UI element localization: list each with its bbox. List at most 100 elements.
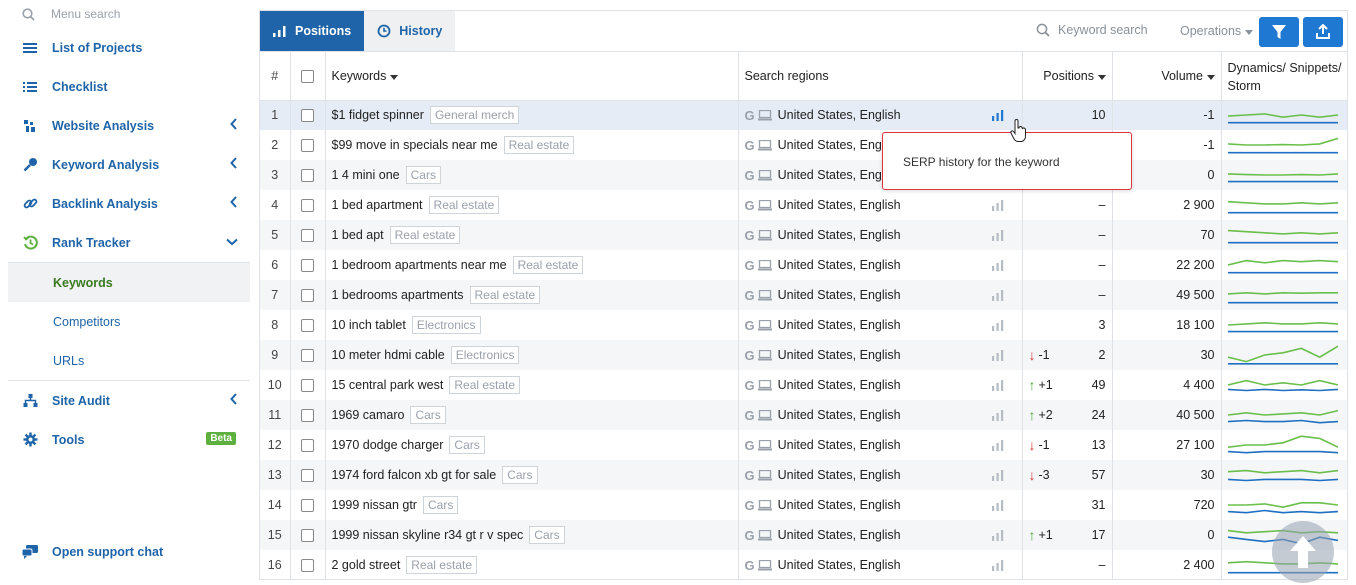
table-row[interactable]: 2 $99 move in specials near me Real estate… (260, 130, 1347, 160)
keyword-text[interactable]: 1 bed apt (332, 228, 384, 242)
dynamics-cell[interactable] (1221, 370, 1347, 400)
keyword-tag[interactable]: Cars (449, 436, 485, 454)
row-checkbox[interactable] (301, 109, 314, 123)
serp-history-icon[interactable] (991, 109, 1004, 121)
keyword-tag[interactable]: Cars (422, 496, 459, 514)
export-button[interactable] (1303, 17, 1343, 47)
keyword-tag[interactable]: Cars (410, 406, 446, 424)
keyword-tag[interactable]: Real estate (512, 256, 584, 274)
open-support-chat[interactable]: Open support chat (22, 545, 163, 559)
nav-rank-tracker[interactable]: Rank Tracker (8, 223, 250, 262)
keyword-text[interactable]: 1969 camaro (332, 408, 405, 422)
keyword-text[interactable]: 1 bedroom apartments near me (332, 258, 507, 272)
dynamics-cell[interactable] (1221, 100, 1347, 130)
row-checkbox-cell[interactable] (290, 100, 326, 130)
row-checkbox-cell[interactable] (290, 490, 326, 520)
row-checkbox-cell[interactable] (290, 400, 326, 430)
table-row[interactable]: 11 1969 camaro Cars G United States, English… (260, 400, 1347, 430)
sub-item-keywords[interactable]: Keywords (8, 263, 250, 302)
row-checkbox-cell[interactable] (290, 220, 326, 250)
keyword-text[interactable]: 1 bed apartment (332, 198, 423, 212)
table-row[interactable]: 7 1 bedrooms apartments Real estate G United… (260, 280, 1347, 310)
row-checkbox-cell[interactable] (290, 340, 326, 370)
keyword-tag[interactable]: Cars (529, 526, 565, 544)
keyword-text[interactable]: 1 4 mini one (332, 168, 400, 182)
keyword-text[interactable]: 1999 nissan skyline r34 gt r v spec (332, 528, 524, 542)
dynamics-cell[interactable] (1221, 160, 1347, 190)
dynamics-cell[interactable] (1221, 400, 1347, 430)
dynamics-cell[interactable] (1221, 220, 1347, 250)
row-checkbox-cell[interactable] (290, 160, 326, 190)
keyword-text[interactable]: 1970 dodge charger (332, 438, 444, 452)
dynamics-cell[interactable] (1221, 280, 1347, 310)
serp-history-icon[interactable] (991, 379, 1004, 391)
keyword-tag[interactable]: Real estate (503, 136, 575, 154)
scroll-to-top-button[interactable] (1272, 521, 1334, 583)
table-row[interactable]: 14 1999 nissan gtr Cars G United States, Eng… (260, 490, 1347, 520)
keyword-tag[interactable]: General merch (429, 106, 520, 125)
table-row[interactable]: 9 10 meter hdmi cable Electronics G United S… (260, 340, 1347, 370)
dynamics-cell[interactable] (1221, 490, 1347, 520)
dynamics-cell[interactable] (1221, 310, 1347, 340)
row-checkbox[interactable] (301, 529, 314, 543)
row-checkbox[interactable] (301, 259, 314, 273)
keyword-tag[interactable]: Real estate (449, 376, 521, 394)
row-checkbox-cell[interactable] (290, 310, 326, 340)
serp-history-icon[interactable] (991, 199, 1004, 211)
nav-site-audit[interactable]: Site Audit (8, 381, 250, 420)
row-checkbox[interactable] (301, 349, 314, 363)
row-checkbox-cell[interactable] (290, 370, 326, 400)
row-checkbox[interactable] (301, 499, 314, 513)
keyword-text[interactable]: 1999 nissan gtr (332, 498, 417, 512)
table-row[interactable]: 13 1974 ford falcon xb gt for sale Cars G Un… (260, 460, 1347, 490)
table-row[interactable]: 8 10 inch tablet Electronics G United States… (260, 310, 1347, 340)
table-row[interactable]: 31 4 mini one Cars G United States, English… (260, 160, 1347, 190)
row-checkbox[interactable] (301, 289, 314, 303)
dynamics-cell[interactable] (1221, 460, 1347, 490)
table-row[interactable]: 10 15 central park west Real estate G United… (260, 370, 1347, 400)
serp-history-icon[interactable] (991, 409, 1004, 421)
row-checkbox-cell[interactable] (290, 520, 326, 550)
keyword-tag[interactable]: Real estate (469, 286, 541, 304)
dynamics-cell[interactable] (1221, 190, 1347, 220)
row-checkbox[interactable] (301, 469, 314, 483)
dynamics-cell[interactable] (1221, 250, 1347, 280)
keyword-text[interactable]: 15 central park west (332, 378, 444, 392)
row-checkbox[interactable] (301, 559, 314, 573)
dynamics-cell[interactable] (1221, 430, 1347, 460)
table-row[interactable]: 12 1970 dodge charger Cars G United States, … (260, 430, 1347, 460)
nav-backlink-analysis[interactable]: Backlink Analysis (8, 184, 250, 223)
row-checkbox-cell[interactable] (290, 190, 326, 220)
sub-item-urls[interactable]: URLs (8, 341, 250, 380)
keyword-text[interactable]: 2 gold street (332, 558, 401, 572)
keyword-tag[interactable]: Real estate (406, 556, 477, 574)
row-checkbox[interactable] (301, 169, 314, 183)
keyword-tag[interactable]: Cars (502, 466, 538, 484)
col-volume[interactable]: Volume (1112, 52, 1222, 101)
row-checkbox-cell[interactable] (290, 550, 326, 579)
table-row[interactable]: 5 1 bed apt Real estate G United States, Eng… (260, 220, 1347, 250)
row-checkbox-cell[interactable] (290, 250, 326, 280)
serp-history-icon[interactable] (991, 259, 1004, 271)
row-checkbox[interactable] (301, 439, 314, 453)
table-row[interactable]: 15 1999 nissan skyline r34 gt r v spec Car… (260, 520, 1347, 550)
keyword-tag[interactable]: Electronics (450, 346, 520, 364)
sub-item-competitors[interactable]: Competitors (8, 302, 250, 341)
keyword-text[interactable]: 1974 ford falcon xb gt for sale (332, 468, 497, 482)
table-row[interactable]: 16 2 gold street Real estate G United States… (260, 550, 1347, 579)
table-row[interactable]: 4 1 bed apartment Real estate G United State… (260, 190, 1347, 220)
keyword-tag[interactable]: Cars (405, 166, 441, 184)
row-checkbox-cell[interactable] (290, 280, 326, 310)
nav-website-analysis[interactable]: Website Analysis (8, 106, 250, 145)
filter-button[interactable] (1259, 17, 1299, 47)
row-checkbox[interactable] (301, 319, 314, 333)
serp-history-icon[interactable] (991, 439, 1004, 451)
table-row[interactable]: 6 1 bedroom apartments near me Real estate… (260, 250, 1347, 280)
col-select-all[interactable] (290, 52, 326, 101)
serp-history-icon[interactable] (991, 319, 1004, 331)
keyword-text[interactable]: $1 fidget spinner (332, 108, 424, 122)
serp-history-icon[interactable] (991, 349, 1004, 361)
row-checkbox-cell[interactable] (290, 430, 326, 460)
nav-checklist[interactable]: Checklist (8, 67, 250, 106)
row-checkbox[interactable] (301, 379, 314, 393)
